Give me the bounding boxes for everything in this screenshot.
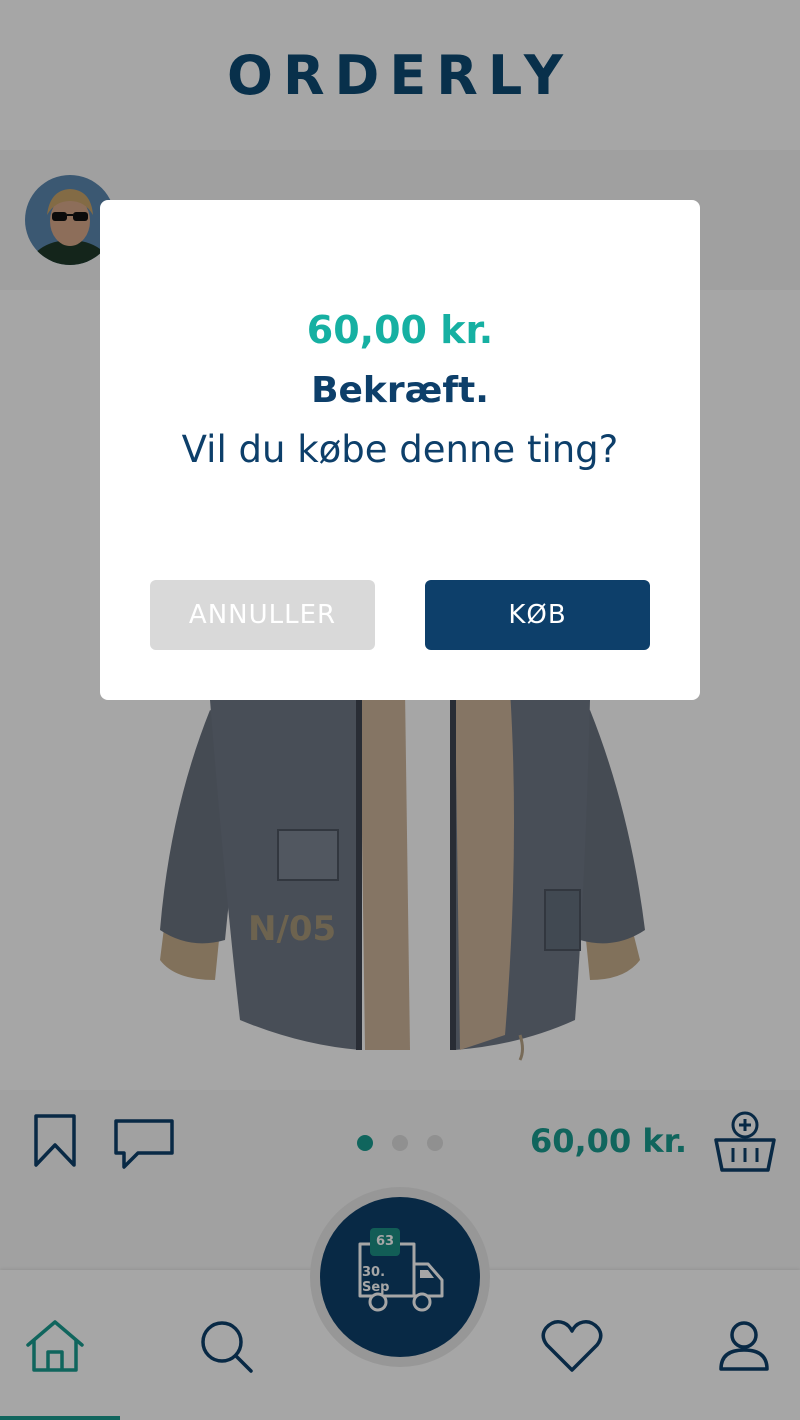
cancel-button[interactable]: ANNULLER [150,580,375,650]
dialog-question: Vil du købe denne ting? [181,428,619,471]
dialog-title: Bekræft. [311,370,489,411]
dialog-price: 60,00 kr. [306,308,494,352]
buy-button[interactable]: KØB [425,580,650,650]
confirm-purchase-dialog: 60,00 kr. Bekræft. Vil du købe denne tin… [100,200,700,700]
